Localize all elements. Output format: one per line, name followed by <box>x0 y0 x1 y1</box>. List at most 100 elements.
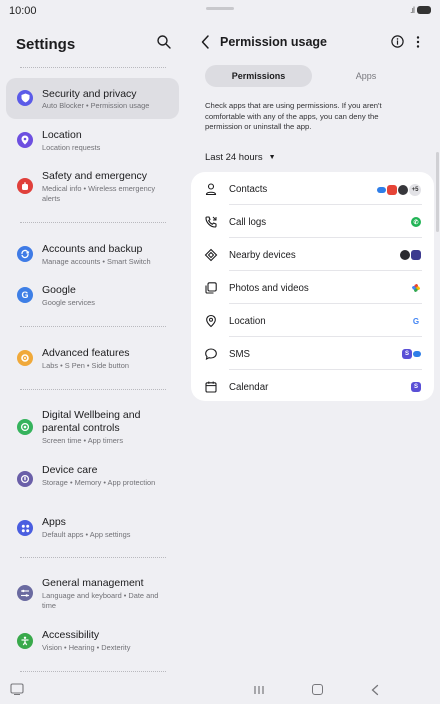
settings-item-accounts[interactable]: Accounts and backup Manage accounts • Sm… <box>6 236 179 270</box>
shield-icon <box>17 90 33 106</box>
phone-app-icon: ✆ <box>411 217 421 227</box>
settings-title: Settings <box>16 36 76 53</box>
settings-item-wellbeing[interactable]: Digital Wellbeing and parental controls … <box>6 403 179 451</box>
app-icon <box>411 250 421 260</box>
nearby-icon <box>204 248 218 262</box>
item-subtitle: Auto Blocker • Permission usage <box>42 101 150 110</box>
google-app-icon: G <box>411 316 421 326</box>
settings-item-security[interactable]: Security and privacy Auto Blocker • Perm… <box>6 78 179 119</box>
person-icon <box>205 183 217 196</box>
divider <box>20 557 166 558</box>
device-care-icon <box>17 471 33 487</box>
app-icon <box>387 185 397 195</box>
photos-icon <box>205 282 217 294</box>
scrollbar[interactable] <box>436 152 439 232</box>
info-icon[interactable] <box>391 35 404 48</box>
sync-icon <box>17 246 33 262</box>
time-range-label: Last 24 hours <box>205 152 263 163</box>
tab-apps[interactable]: Apps <box>312 65 420 87</box>
more-apps-badge: +5 <box>409 184 421 196</box>
permission-label: SMS <box>229 349 250 360</box>
settings-item-device-care[interactable]: Device care Storage • Memory • App prote… <box>6 458 179 502</box>
drag-handle[interactable] <box>206 7 234 10</box>
divider <box>20 67 166 68</box>
permission-row-photos-videos[interactable]: Photos and videos <box>191 272 434 304</box>
item-subtitle: Vision • Hearing • Dexterity <box>42 643 131 652</box>
sliders-icon <box>17 585 33 601</box>
recents-icon[interactable] <box>252 685 266 695</box>
gear-plus-icon <box>17 350 33 366</box>
more-options-icon[interactable] <box>414 34 422 50</box>
item-title: Accessibility <box>42 629 100 641</box>
item-subtitle: Labs • S Pen • Side button <box>42 361 129 370</box>
back-icon[interactable] <box>370 684 380 696</box>
settings-item-advanced[interactable]: Advanced features Labs • S Pen • Side bu… <box>6 340 179 374</box>
item-title: Advanced features <box>42 347 130 359</box>
photos-app-icon <box>412 284 420 292</box>
settings-item-general[interactable]: General management Language and keyboard… <box>6 571 179 615</box>
app-icon <box>400 250 410 260</box>
item-title: Device care <box>42 464 98 476</box>
back-arrow-icon[interactable] <box>199 34 213 50</box>
status-time: 10:00 <box>9 5 37 17</box>
permission-label: Call logs <box>229 217 267 228</box>
item-subtitle: Screen time • App timers <box>42 436 124 445</box>
permission-row-location[interactable]: Location G <box>191 305 434 337</box>
description-text: Check apps that are using permissions. I… <box>205 101 382 131</box>
search-icon[interactable] <box>156 34 172 50</box>
item-subtitle: Default apps • App settings <box>42 530 131 539</box>
permission-row-sms[interactable]: SMS S <box>191 338 434 370</box>
item-title: Digital Wellbeing and parental controls <box>42 409 141 434</box>
app-icon <box>398 185 408 195</box>
battery-icon <box>417 6 431 14</box>
chat-app-icon <box>377 187 386 193</box>
settings-pane: Settings Security and privacy Auto Block… <box>0 22 186 674</box>
settings-item-accessibility[interactable]: Accessibility Vision • Hearing • Dexteri… <box>6 623 179 657</box>
item-title: Safety and emergency <box>42 170 148 182</box>
location-icon <box>206 314 216 328</box>
taskbar-icon[interactable] <box>10 683 24 695</box>
chat-app-icon <box>413 351 421 357</box>
status-bar: 10:00 .ıl <box>0 0 440 22</box>
tab-permissions[interactable]: Permissions <box>205 65 312 87</box>
item-title: Security and privacy <box>42 88 137 100</box>
home-icon[interactable] <box>312 684 323 695</box>
item-title: Google <box>42 284 76 296</box>
google-icon: G <box>17 287 33 303</box>
wellbeing-icon <box>17 419 33 435</box>
app-icon: S <box>402 349 412 359</box>
time-range-dropdown[interactable]: Last 24 hours ▼ <box>205 152 276 163</box>
item-subtitle: Manage accounts • Smart Switch <box>42 257 151 266</box>
permission-row-contacts[interactable]: Contacts +5 <box>191 173 434 205</box>
divider <box>20 389 166 390</box>
location-pin-icon <box>17 132 33 148</box>
app-icon: S <box>411 382 421 392</box>
item-subtitle: Location requests <box>42 143 101 152</box>
call-log-icon <box>205 216 217 228</box>
item-title: Apps <box>42 516 66 528</box>
permission-row-nearby-devices[interactable]: Nearby devices <box>191 239 434 271</box>
permission-label: Nearby devices <box>229 250 296 261</box>
page-title: Permission usage <box>220 35 327 49</box>
settings-item-apps[interactable]: Apps Default apps • App settings <box>6 510 179 544</box>
permission-row-call-logs[interactable]: Call logs ✆ <box>191 206 434 238</box>
permission-row-calendar[interactable]: Calendar S <box>191 371 434 403</box>
sms-icon <box>205 348 217 361</box>
divider <box>20 671 166 672</box>
signal-icon: .ıl <box>409 5 415 15</box>
settings-item-safety[interactable]: Safety and emergency Medical info • Wire… <box>6 163 179 207</box>
item-subtitle: Language and keyboard • Date and time <box>42 591 159 610</box>
permission-label: Photos and videos <box>229 283 309 294</box>
settings-item-location[interactable]: Location Location requests <box>6 122 179 156</box>
dropdown-arrow-icon: ▼ <box>268 154 276 161</box>
permission-label: Location <box>229 316 266 327</box>
apps-grid-icon <box>17 520 33 536</box>
calendar-icon <box>205 381 217 393</box>
item-subtitle: Google services <box>42 298 95 307</box>
item-subtitle: Storage • Memory • App protection <box>42 478 156 487</box>
settings-item-google[interactable]: G Google Google services <box>6 277 179 311</box>
permission-usage-pane: Permission usage Permissions Apps Check … <box>190 22 440 674</box>
divider <box>20 326 166 327</box>
permission-label: Contacts <box>229 184 268 195</box>
item-title: Accounts and backup <box>42 243 143 255</box>
